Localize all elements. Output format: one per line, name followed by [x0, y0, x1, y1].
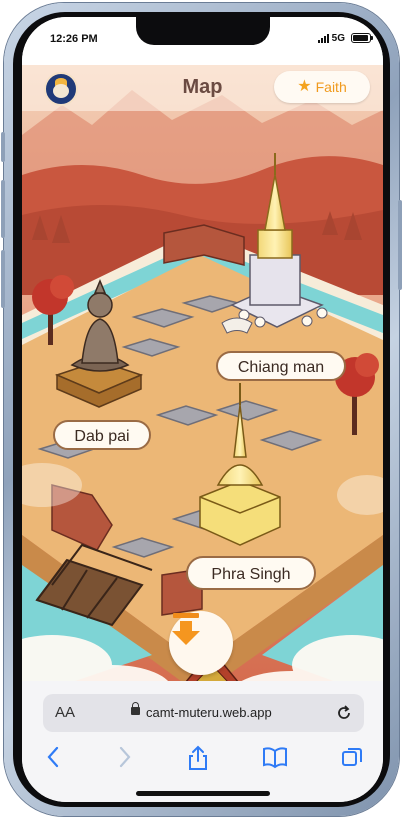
share-icon[interactable] [186, 745, 210, 771]
power-button [398, 200, 402, 290]
volume-down-button [1, 250, 5, 308]
status-bar: 12:26 PM 5G [22, 17, 383, 65]
reload-icon[interactable] [334, 703, 354, 723]
back-arrow-icon[interactable] [44, 745, 64, 769]
location-dab-pai[interactable]: Dab pai [53, 420, 151, 450]
location-phra-singh[interactable]: Phra Singh [186, 556, 316, 590]
forward-arrow-icon[interactable] [114, 745, 134, 769]
browser-nav [22, 745, 383, 775]
map-illustration [22, 65, 383, 699]
url-text: camt-muteru.web.app [146, 705, 272, 720]
faith-button[interactable]: ★ Faith [274, 71, 370, 103]
screen: 12:26 PM 5G Map ★ Faith Chiang man Dab p… [22, 17, 383, 802]
status-time: 12:26 PM [50, 33, 98, 45]
scroll-down-button[interactable] [169, 611, 233, 675]
game-map[interactable]: Map ★ Faith Chiang man Dab pai Phra Sing… [22, 65, 383, 699]
star-icon: ★ [297, 78, 312, 95]
battery-icon [351, 33, 373, 43]
volume-up-button [1, 180, 5, 238]
home-indicator [136, 791, 270, 796]
faith-label: Faith [315, 79, 347, 95]
address-bar[interactable]: AA camt-muteru.web.app [43, 694, 364, 732]
browser-toolbar: AA camt-muteru.web.app [22, 681, 383, 802]
book-icon[interactable] [262, 745, 288, 769]
lock-icon [131, 702, 140, 715]
text-size-button[interactable]: AA [55, 704, 75, 721]
tabs-icon[interactable] [340, 745, 364, 769]
signal-icon [318, 34, 329, 43]
network-type: 5G [331, 33, 345, 44]
notch [136, 17, 270, 45]
arrow-down-icon [172, 613, 200, 645]
silent-switch [1, 132, 5, 162]
location-chiang-man[interactable]: Chiang man [216, 351, 346, 381]
